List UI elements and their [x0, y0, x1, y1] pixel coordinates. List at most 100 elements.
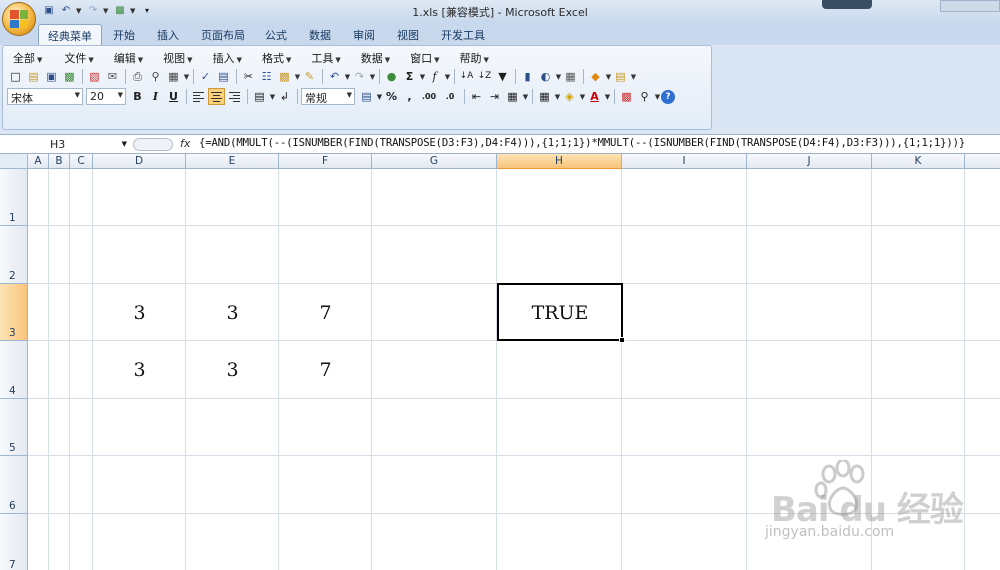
formula-input[interactable]: {=AND(MMULT(--(ISNUMBER(FIND(TRANSPOSE(D…: [199, 137, 1000, 153]
decrease-indent-icon[interactable]: ⇤: [468, 88, 485, 105]
column-header-b[interactable]: B: [49, 154, 70, 169]
menu-edit[interactable]: 编辑 ▼: [108, 49, 149, 65]
name-box[interactable]: H3 ▼: [2, 136, 130, 153]
menu-tools[interactable]: 工具 ▼: [305, 49, 346, 65]
formula-bar-resize-handle[interactable]: [133, 138, 173, 151]
menu-file[interactable]: 文件 ▼: [58, 49, 99, 65]
chevron-down-icon[interactable]: ▼: [555, 73, 562, 81]
chevron-down-icon[interactable]: ▼: [604, 93, 611, 101]
column-header-e[interactable]: E: [186, 154, 279, 169]
cell-d4[interactable]: 3: [93, 341, 186, 399]
window-controls[interactable]: [940, 0, 1000, 12]
cell-d3[interactable]: 3: [93, 284, 186, 341]
chart-icon[interactable]: ▮: [519, 68, 536, 85]
page-setup-icon[interactable]: ▦: [165, 68, 182, 85]
row-header-1[interactable]: 1: [0, 169, 28, 226]
email-icon[interactable]: ✉: [104, 68, 121, 85]
chevron-down-icon[interactable]: ▼: [376, 93, 383, 101]
filter-icon[interactable]: ▼: [494, 68, 511, 85]
insert-function-icon[interactable]: f: [426, 68, 443, 85]
open-folder-icon[interactable]: ▤: [25, 68, 42, 85]
chevron-down-icon[interactable]: ▼: [605, 73, 612, 81]
increase-decimal-button[interactable]: .00: [419, 88, 439, 105]
italic-button[interactable]: I: [147, 88, 164, 105]
cut-icon[interactable]: ✂: [240, 68, 257, 85]
chevron-down-icon[interactable]: ▼: [554, 93, 561, 101]
save-icon[interactable]: ▣: [43, 68, 60, 85]
highlight-icon[interactable]: ◆: [587, 68, 604, 85]
chevron-down-icon[interactable]: ▼: [654, 93, 661, 101]
print-preview-icon[interactable]: ⚲: [147, 68, 164, 85]
column-header-a[interactable]: A: [28, 154, 49, 169]
row-header-6[interactable]: 6: [0, 456, 28, 514]
row-header-2[interactable]: 2: [0, 226, 28, 284]
chevron-down-icon[interactable]: ▼: [344, 73, 351, 81]
menu-view[interactable]: 视图 ▼: [157, 49, 198, 65]
row-header-3[interactable]: 3: [0, 284, 28, 341]
column-header-d[interactable]: D: [93, 154, 186, 169]
spelling-icon[interactable]: ✓: [197, 68, 214, 85]
chevron-down-icon[interactable]: ▼: [294, 73, 301, 81]
tab-formulas[interactable]: 公式: [256, 24, 296, 45]
print-icon[interactable]: ⎙: [129, 68, 146, 85]
menu-window[interactable]: 窗口 ▼: [404, 49, 445, 65]
cell-f4[interactable]: 7: [279, 341, 372, 399]
number-format-combo[interactable]: 常规 ▼: [301, 88, 355, 105]
tab-review[interactable]: 审阅: [344, 24, 384, 45]
tab-classic-menu[interactable]: 经典菜单: [38, 24, 102, 45]
row-header-7[interactable]: 7: [0, 514, 28, 570]
column-header-j[interactable]: J: [747, 154, 872, 169]
bold-button[interactable]: B: [129, 88, 146, 105]
pdf-icon[interactable]: ▧: [86, 68, 103, 85]
chevron-down-icon[interactable]: ▼: [369, 73, 376, 81]
fill-handle[interactable]: [619, 337, 625, 343]
column-header-g[interactable]: G: [372, 154, 497, 169]
align-left-button[interactable]: [190, 88, 207, 105]
align-right-button[interactable]: [226, 88, 243, 105]
comma-button[interactable]: ,: [401, 88, 418, 105]
tab-view[interactable]: 视图: [388, 24, 428, 45]
align-center-button[interactable]: [208, 88, 225, 105]
tab-developer[interactable]: 开发工具: [432, 24, 494, 45]
cell-e4[interactable]: 3: [186, 341, 279, 399]
copy-icon[interactable]: ☷: [258, 68, 275, 85]
merge-center-button[interactable]: ▤: [251, 88, 268, 105]
select-all-button[interactable]: [0, 154, 28, 169]
menu-help[interactable]: 帮助 ▼: [454, 49, 495, 65]
drawing-icon[interactable]: ◐: [537, 68, 554, 85]
increase-indent-icon[interactable]: ⇥: [486, 88, 503, 105]
underline-button[interactable]: U: [165, 88, 182, 105]
chevron-down-icon[interactable]: ▼: [419, 73, 426, 81]
wrap-text-button[interactable]: ↲: [276, 88, 293, 105]
column-header-f[interactable]: F: [279, 154, 372, 169]
find-icon[interactable]: ⚲: [636, 88, 653, 105]
sort-descending-icon[interactable]: ↓Z: [476, 68, 493, 85]
new-file-icon[interactable]: □: [7, 68, 24, 85]
chevron-down-icon[interactable]: ▼: [579, 93, 586, 101]
office-button[interactable]: [2, 2, 36, 36]
format-painter-icon[interactable]: ✎: [301, 68, 318, 85]
menu-data[interactable]: 数据 ▼: [355, 49, 396, 65]
menu-all[interactable]: 全部 ▼: [7, 49, 48, 65]
undo-icon[interactable]: ↶: [326, 68, 343, 85]
cell-f3[interactable]: 7: [279, 284, 372, 341]
cell-h3[interactable]: TRUE: [497, 284, 623, 341]
percent-button[interactable]: %: [383, 88, 400, 105]
column-header-k[interactable]: K: [872, 154, 965, 169]
table-icon[interactable]: ▦: [562, 68, 579, 85]
permission-icon[interactable]: ▩: [61, 68, 78, 85]
column-header-h[interactable]: H: [497, 154, 622, 169]
chevron-down-icon[interactable]: ▼: [522, 93, 529, 101]
decrease-decimal-button[interactable]: .0: [440, 88, 460, 105]
hyperlink-icon[interactable]: ●: [383, 68, 400, 85]
tab-page-layout[interactable]: 页面布局: [192, 24, 254, 45]
tab-home[interactable]: 开始: [104, 24, 144, 45]
styles-icon[interactable]: ▩: [618, 88, 635, 105]
font-color-icon[interactable]: A: [586, 88, 603, 105]
column-header-l[interactable]: [965, 154, 1000, 169]
font-size-combo[interactable]: 20 ▼: [86, 88, 126, 105]
column-header-c[interactable]: C: [70, 154, 93, 169]
cell-e3[interactable]: 3: [186, 284, 279, 341]
tab-insert[interactable]: 插入: [148, 24, 188, 45]
row-header-5[interactable]: 5: [0, 399, 28, 456]
